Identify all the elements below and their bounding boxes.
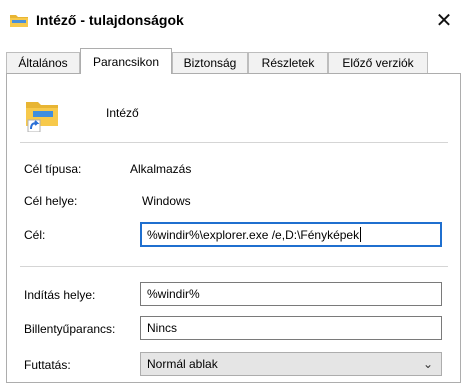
target-label: Cél:	[24, 228, 46, 242]
window-title: Intéző - tulajdonságok	[36, 12, 184, 28]
run-select[interactable]: Normál ablak ⌄	[140, 352, 442, 376]
start-in-input-value: %windir%	[147, 287, 200, 301]
folder-shortcut-icon	[26, 102, 58, 132]
target-location-label: Cél helye:	[24, 194, 78, 208]
tab-biztonsag[interactable]: Biztonság	[172, 52, 248, 73]
text-caret	[360, 227, 362, 242]
folder-icon	[10, 15, 28, 27]
shortcut-name: Intéző	[106, 106, 139, 120]
target-location-value: Windows	[142, 194, 191, 208]
hotkey-input-value: Nincs	[147, 321, 178, 335]
start-in-input[interactable]: %windir%	[140, 282, 442, 306]
target-type-label: Cél típusa:	[24, 162, 82, 176]
close-button[interactable]: ✕	[428, 6, 460, 34]
tab-label: Biztonság	[183, 56, 237, 70]
target-type-value: Alkalmazás	[130, 162, 192, 176]
title-bar: Intéző - tulajdonságok ✕	[0, 0, 464, 40]
tab-label: Általános	[18, 56, 68, 70]
tab-label: Előző verziók	[342, 56, 414, 70]
close-icon: ✕	[435, 9, 453, 32]
start-in-label: Indítás helye:	[24, 288, 96, 302]
tab-reszletek[interactable]: Részletek	[248, 52, 328, 73]
target-input[interactable]: %windir%\explorer.exe /e,D:\Fényképek	[140, 222, 442, 247]
target-input-value: %windir%\explorer.exe /e,D:\Fényképek	[147, 227, 360, 242]
tab-parancsikon[interactable]: Parancsikon	[80, 48, 172, 74]
tab-label: Parancsikon	[92, 54, 160, 69]
run-select-value: Normál ablak	[147, 357, 218, 371]
run-label: Futtatás:	[24, 358, 71, 372]
tab-label: Részletek	[261, 56, 315, 70]
tab-elozo-verziok[interactable]: Előző verziók	[328, 52, 428, 73]
tab-altalanos[interactable]: Általános	[6, 52, 80, 73]
hotkey-input[interactable]: Nincs	[140, 316, 442, 340]
separator	[20, 266, 448, 267]
separator	[20, 142, 448, 143]
chevron-down-icon: ⌄	[422, 357, 433, 371]
hotkey-label: Billentyűparancs:	[24, 322, 116, 336]
